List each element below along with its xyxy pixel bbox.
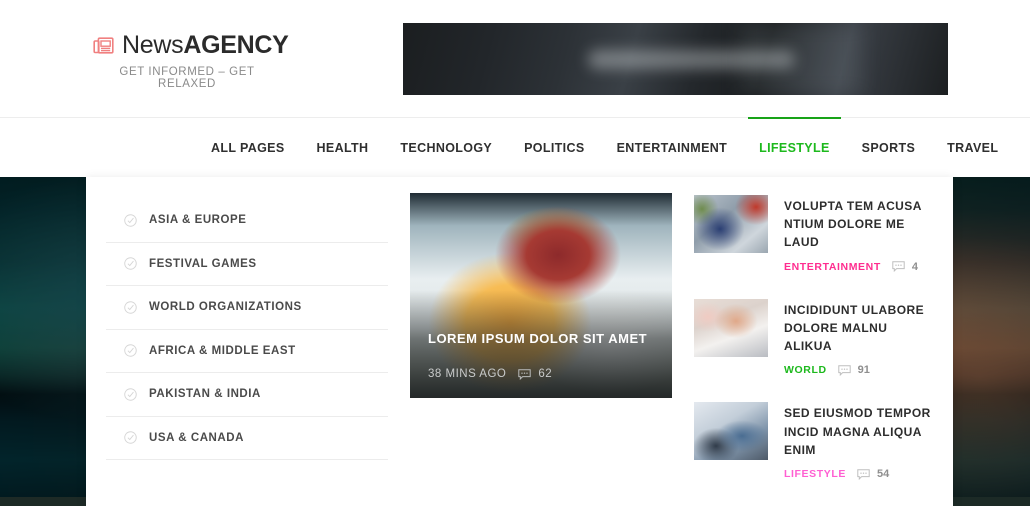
post-item[interactable]: VOLUPTA TEM ACUSA NTIUM DOLORE ME LAUD EN… — [694, 195, 933, 273]
post-comment-number: 54 — [877, 468, 890, 481]
nav-item-health[interactable]: HEALTH — [301, 118, 385, 178]
post-comment-count: 91 — [837, 364, 870, 377]
post-item[interactable]: SED EIUSMOD TEMPOR INCID MAGNA ALIQUA EN… — [694, 402, 933, 480]
category-list: ASIA & EUROPE FESTIVAL GAMES WORLD ORGANIZ… — [106, 193, 388, 506]
comment-bubble-icon — [518, 368, 532, 380]
nav-item-entertainment[interactable]: ENTERTAINMENT — [601, 118, 744, 178]
check-circle-icon — [124, 431, 137, 444]
active-tab-indicator — [748, 117, 841, 119]
nav-item-technology[interactable]: TECHNOLOGY — [384, 118, 508, 178]
post-title: INCIDIDUNT ULABORE DOLORE MALNU ALIKUA — [784, 302, 925, 354]
post-comment-number: 4 — [911, 260, 918, 273]
brand-logo[interactable]: NewsAGENCY GET INFORMED – GET RELAXED — [93, 33, 393, 90]
category-item-label: ASIA & EUROPE — [149, 214, 247, 227]
related-posts-list: VOLUPTA TEM ACUSA NTIUM DOLORE ME LAUD EN… — [694, 193, 933, 506]
post-comment-number: 91 — [857, 364, 870, 377]
page-root: NewsAGENCY GET INFORMED – GET RELAXED AL… — [0, 0, 1030, 506]
post-meta: WORLD 91 — [784, 364, 933, 376]
post-title: SED EIUSMOD TEMPOR INCID MAGNA ALIQUA EN… — [784, 406, 931, 457]
featured-article-meta: 38 MINS AGO 62 — [428, 368, 552, 380]
post-title: VOLUPTA TEM ACUSA NTIUM DOLORE ME LAUD — [784, 199, 922, 250]
nav-list: ALL PAGES HEALTH TECHNOLOGY POLITICS ENTERTA… — [195, 118, 1014, 178]
main-navigation: ALL PAGES HEALTH TECHNOLOGY POLITICS ENTERTA… — [0, 117, 1030, 177]
brand-name-bold: AGENCY — [183, 31, 289, 59]
check-circle-icon — [124, 344, 137, 357]
newspaper-icon — [93, 35, 115, 57]
post-comment-count: 4 — [892, 261, 918, 273]
check-circle-icon — [124, 388, 137, 401]
featured-article-title: LOREM IPSUM DOLOR SIT AMET — [428, 331, 648, 346]
brand-tagline: GET INFORMED – GET RELAXED — [119, 66, 255, 90]
category-item-usa-canada[interactable]: USA & CANADA — [106, 417, 388, 460]
ad-banner-softlight — [740, 23, 861, 95]
check-circle-icon — [124, 301, 137, 314]
lifestyle-mega-dropdown: ASIA & EUROPE FESTIVAL GAMES WORLD ORGANIZ… — [86, 177, 953, 506]
comment-bubble-icon — [857, 468, 870, 480]
post-category-label[interactable]: ENTERTAINMENT — [784, 261, 881, 273]
category-item-label: PAKISTAN & INDIA — [149, 388, 261, 401]
post-body: SED EIUSMOD TEMPOR INCID MAGNA ALIQUA EN… — [784, 402, 933, 480]
category-item-world-organizations[interactable]: WORLD ORGANIZATIONS — [106, 286, 388, 330]
post-body: VOLUPTA TEM ACUSA NTIUM DOLORE ME LAUD EN… — [784, 195, 933, 273]
check-circle-icon — [124, 257, 137, 270]
post-comment-count: 54 — [857, 468, 889, 480]
category-item-label: FESTIVAL GAMES — [149, 257, 257, 270]
post-category-label[interactable]: WORLD — [784, 364, 827, 376]
header-ad-banner[interactable] — [403, 23, 948, 95]
category-item-label: WORLD ORGANIZATIONS — [149, 301, 302, 314]
post-thumbnail — [694, 195, 768, 253]
check-circle-icon — [124, 214, 137, 227]
brand-row: NewsAGENCY — [93, 33, 393, 58]
comment-bubble-icon — [837, 365, 851, 376]
site-header: NewsAGENCY GET INFORMED – GET RELAXED — [0, 0, 1030, 117]
post-thumbnail — [694, 402, 768, 461]
category-item-label: USA & CANADA — [149, 431, 244, 444]
nav-item-lifestyle[interactable]: LIFESTYLE — [743, 118, 846, 178]
category-item-pakistan-india[interactable]: PAKISTAN & INDIA — [106, 373, 388, 417]
post-meta: ENTERTAINMENT 4 — [784, 261, 933, 273]
featured-comment-count: 62 — [518, 368, 552, 380]
category-item-africa-middle-east[interactable]: AFRICA & MIDDLE EAST — [106, 330, 388, 373]
category-item-label: AFRICA & MIDDLE EAST — [149, 344, 296, 357]
post-meta: LIFESTYLE 54 — [784, 468, 933, 480]
brand-name-light: News — [122, 31, 184, 59]
featured-article-timestamp: 38 MINS AGO — [428, 368, 507, 380]
post-category-label[interactable]: LIFESTYLE — [784, 468, 846, 480]
brand-wordmark: NewsAGENCY — [122, 31, 289, 59]
category-item-asia-europe[interactable]: ASIA & EUROPE — [106, 199, 388, 243]
post-item[interactable]: INCIDIDUNT ULABORE DOLORE MALNU ALIKUA WO… — [694, 298, 933, 377]
featured-comment-number: 62 — [538, 368, 553, 380]
nav-item-all-pages[interactable]: ALL PAGES — [195, 118, 301, 178]
post-body: INCIDIDUNT ULABORE DOLORE MALNU ALIKUA WO… — [784, 299, 933, 377]
nav-item-politics[interactable]: POLITICS — [508, 118, 600, 178]
comment-bubble-icon — [892, 261, 905, 273]
post-thumbnail — [694, 298, 768, 357]
nav-item-sports[interactable]: SPORTS — [846, 118, 932, 178]
featured-article-card[interactable]: LOREM IPSUM DOLOR SIT AMET 38 MINS AGO 6… — [410, 193, 672, 398]
category-item-festival-games[interactable]: FESTIVAL GAMES — [106, 243, 388, 286]
nav-item-travel[interactable]: TRAVEL — [931, 118, 1014, 178]
